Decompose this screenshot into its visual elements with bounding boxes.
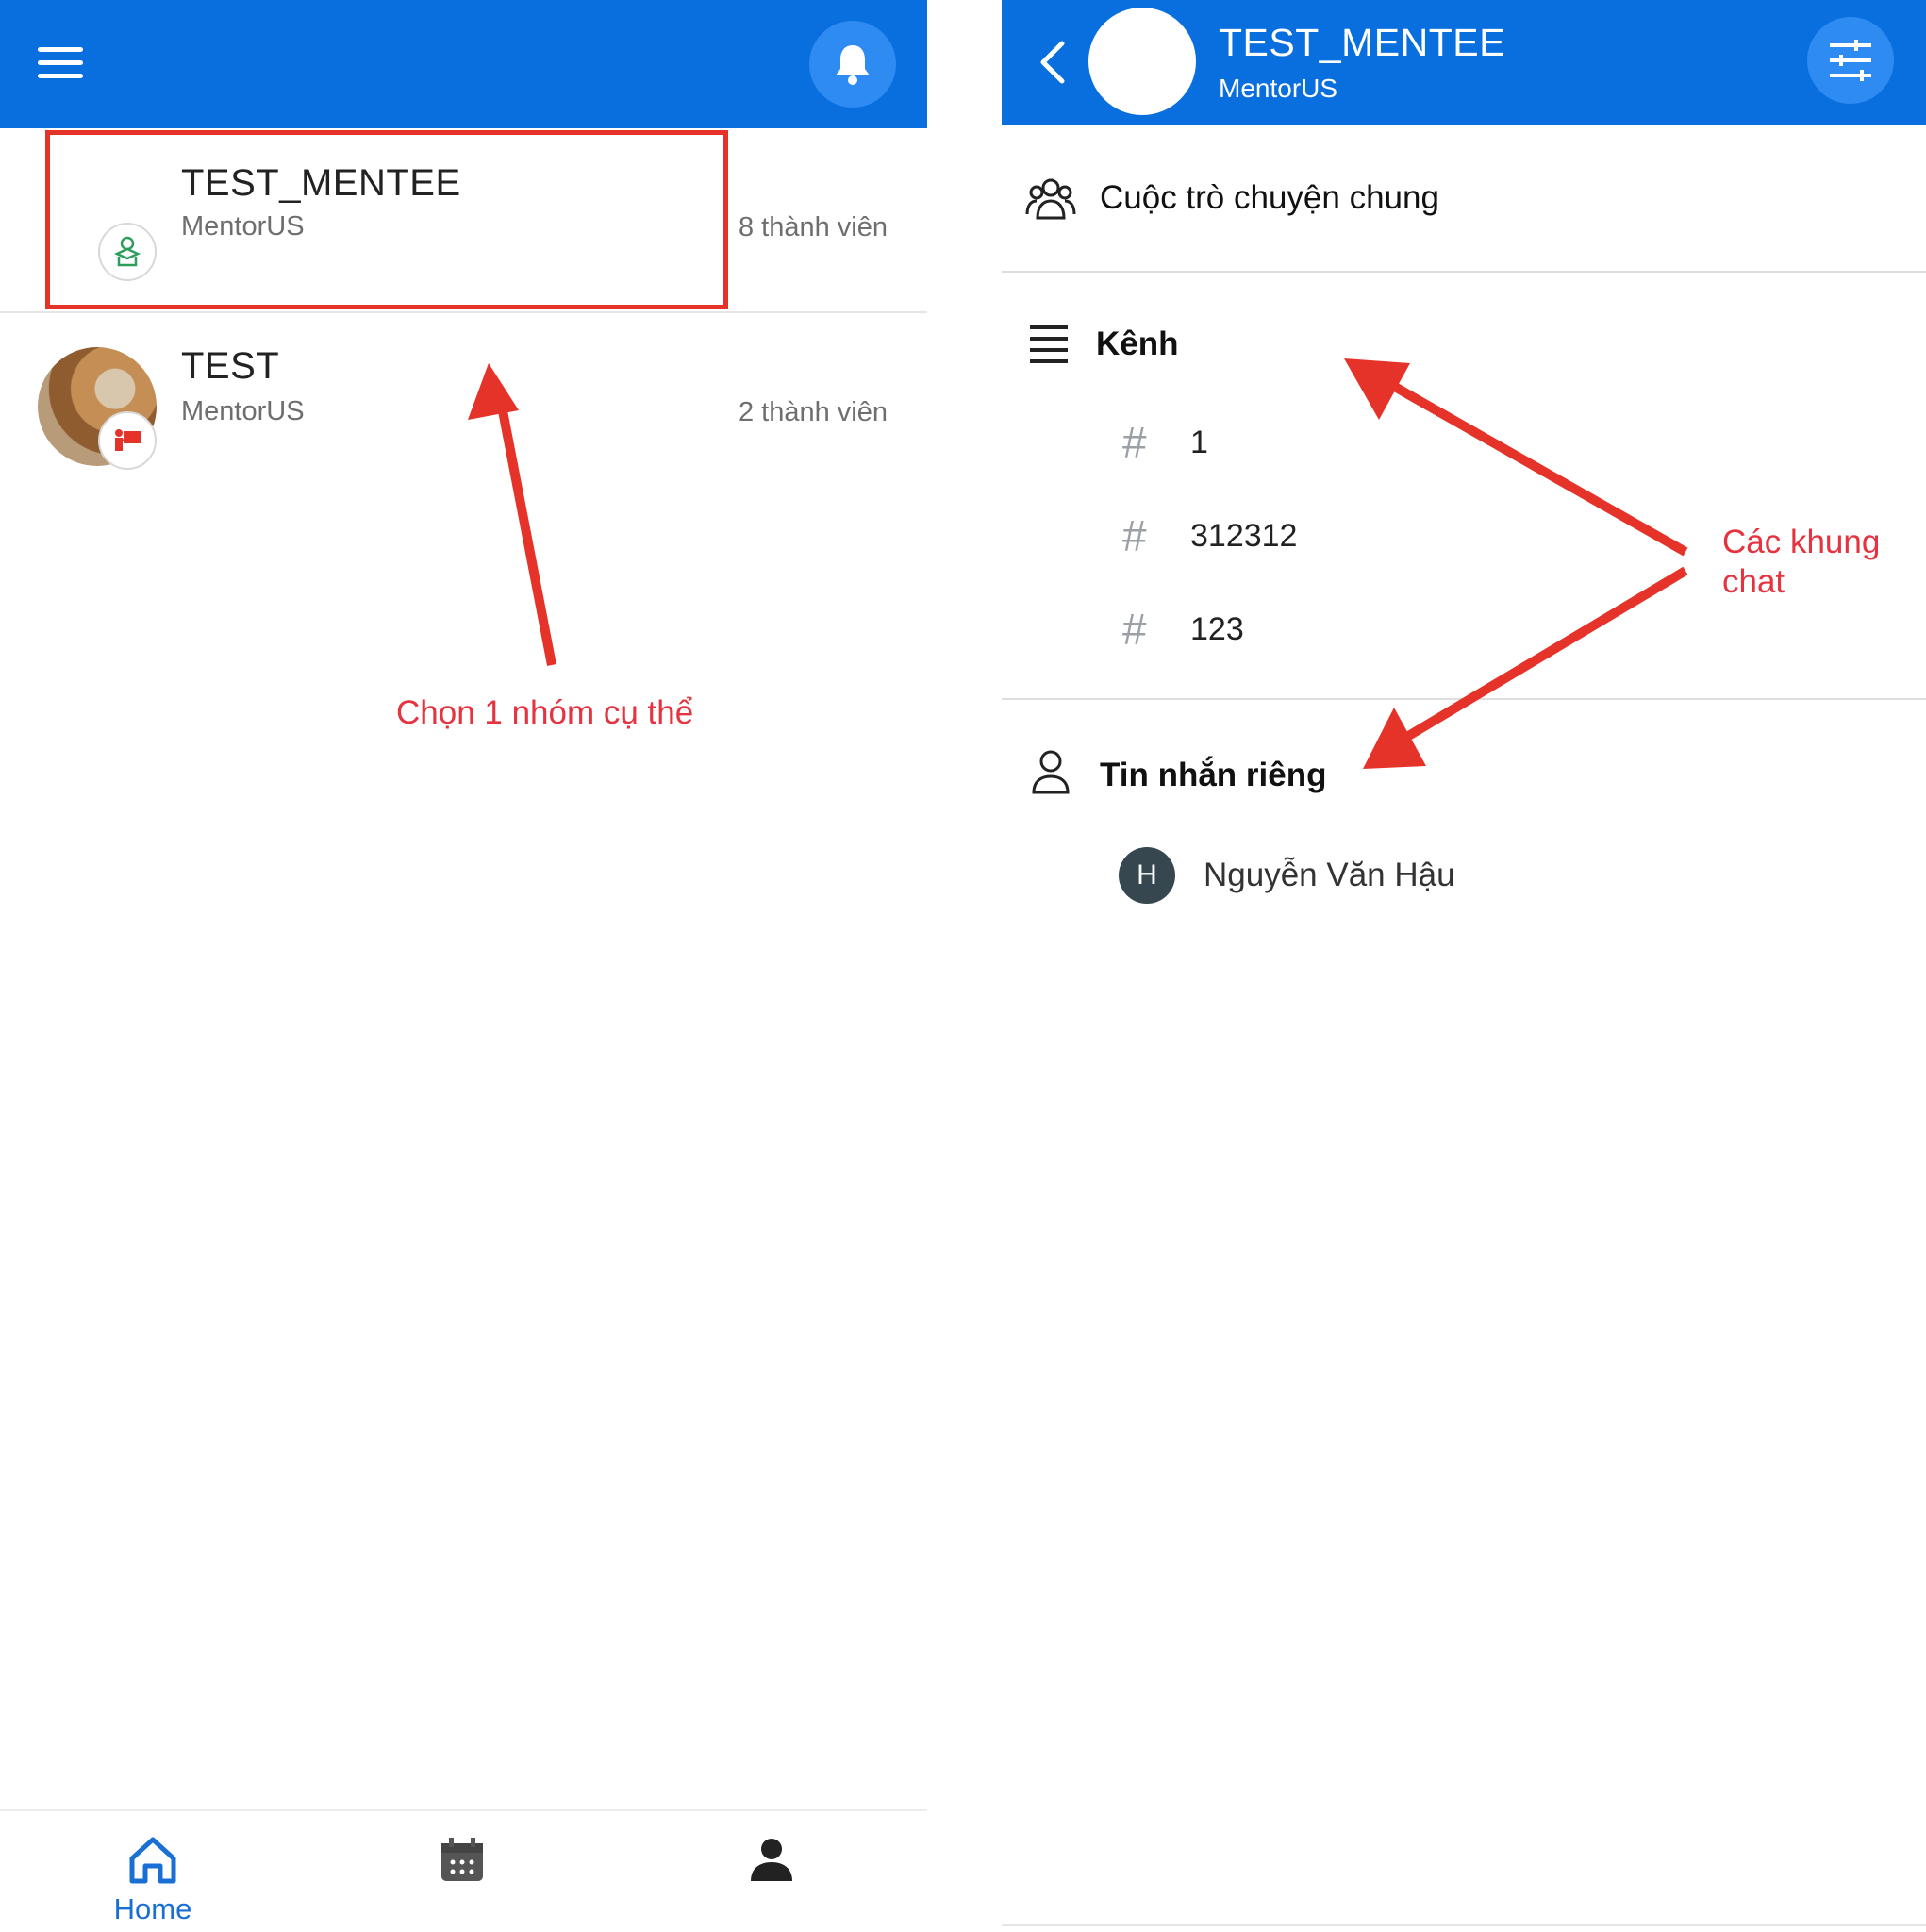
channel-item[interactable]: # 123 [1002, 591, 1662, 666]
group-title: TEST_MENTEE [1219, 21, 1505, 64]
teacher-icon [98, 411, 157, 470]
home-icon [129, 1837, 176, 1884]
channels-label: Kênh [1096, 325, 1179, 362]
nav-calendar[interactable] [368, 1811, 556, 1932]
divider [1002, 698, 1926, 700]
group-name: TEST_MENTEE [181, 162, 461, 204]
nav-home[interactable]: Home [58, 1811, 247, 1932]
user-icon [751, 1839, 792, 1881]
group-detail-screen: TEST_MENTEE MentorUS Cuộc trò chuyện chu… [1002, 0, 1926, 1932]
student-icon [98, 223, 157, 281]
channel-name: 123 [1190, 611, 1244, 647]
channel-name: 1 [1190, 425, 1208, 460]
group-header: TEST_MENTEE MentorUS [1002, 0, 1926, 125]
hash-icon: # [1122, 418, 1147, 467]
divider [1002, 271, 1926, 273]
private-messages-section-header[interactable]: Tin nhắn riêng [1002, 736, 1926, 811]
nav-profile[interactable] [677, 1811, 866, 1932]
group-item-test[interactable]: TEST MentorUS 2 thành viên [0, 317, 927, 502]
person-icon [1032, 750, 1070, 794]
annotation-select-group: Chọn 1 nhóm cụ thể [396, 694, 694, 731]
group-subtitle: MentorUS [1219, 74, 1338, 103]
chevron-left-icon [1040, 41, 1065, 84]
hash-icon: # [1122, 605, 1147, 654]
back-button[interactable] [1030, 34, 1077, 91]
menu-icon[interactable] [38, 47, 83, 81]
sliders-icon [1830, 40, 1871, 81]
member-count: 8 thành viên [738, 212, 888, 242]
channels-section-header[interactable]: Kênh [1002, 307, 1926, 382]
general-chat-item[interactable]: Cuộc trò chuyện chung [1002, 156, 1926, 241]
group-avatar [1088, 8, 1196, 115]
contact-name: Nguyễn Văn Hậu [1204, 857, 1455, 893]
private-messages-label: Tin nhắn riêng [1100, 757, 1327, 793]
private-message-item[interactable]: H Nguyễn Văn Hậu [1002, 838, 1662, 913]
calendar-icon [441, 1838, 483, 1881]
group-org: MentorUS [181, 211, 305, 242]
channel-item[interactable]: # 312312 [1002, 497, 1662, 573]
channel-item[interactable]: # 1 [1002, 404, 1662, 479]
settings-button[interactable] [1807, 17, 1894, 104]
hash-icon: # [1122, 511, 1147, 560]
bell-icon [836, 45, 870, 85]
channel-name: 312312 [1190, 518, 1298, 554]
group-org: MentorUS [181, 396, 305, 426]
group-name: TEST [181, 345, 280, 387]
avatar: H [1119, 847, 1175, 904]
list-icon [1030, 325, 1068, 363]
divider [1002, 1924, 1926, 1926]
group-list-screen: TEST_MENTEE MentorUS 8 thành viên TEST M… [0, 0, 927, 1932]
bottom-navigation: Home [0, 1809, 927, 1932]
top-app-bar [0, 0, 927, 128]
annotation-chat-frames: Các khung chat [1722, 524, 1881, 600]
member-count: 2 thành viên [738, 397, 888, 427]
group-item-test-mentee[interactable]: TEST_MENTEE MentorUS 8 thành viên [0, 128, 927, 313]
general-chat-label: Cuộc trò chuyện chung [1100, 179, 1439, 216]
group-chat-icon [1025, 178, 1076, 220]
notification-button[interactable] [809, 21, 896, 108]
nav-home-label: Home [113, 1892, 192, 1925]
